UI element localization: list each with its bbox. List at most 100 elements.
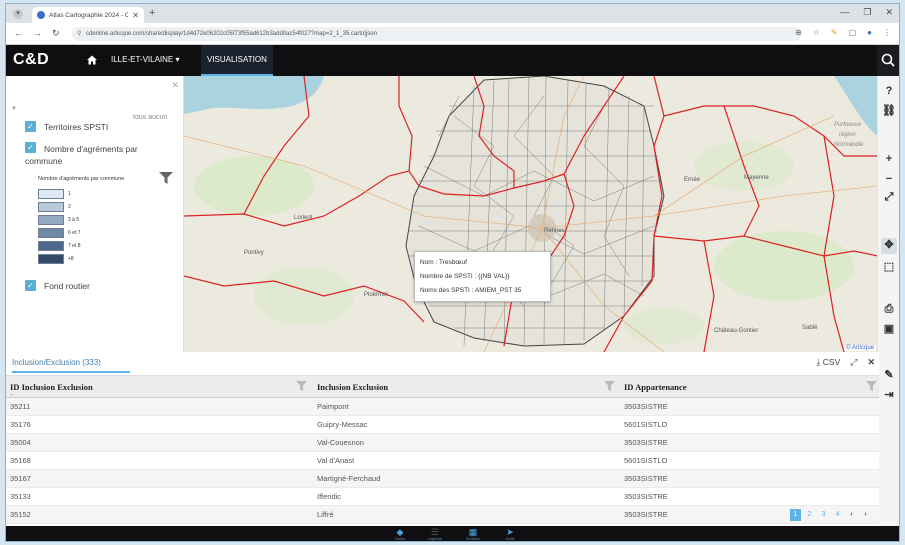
- col-header-id[interactable]: ID Inclusion Exclusion: [10, 382, 93, 392]
- close-table-icon[interactable]: ✕: [867, 357, 875, 368]
- reload-icon[interactable]: ↻: [52, 28, 60, 39]
- table-cell: Iffendic: [317, 492, 342, 501]
- profile-icon[interactable]: ●: [867, 28, 872, 37]
- minimize-icon[interactable]: —: [840, 7, 849, 18]
- link-icon[interactable]: ⛓: [882, 104, 896, 118]
- close-tab-icon[interactable]: ✕: [132, 11, 139, 20]
- search-button[interactable]: [877, 45, 899, 76]
- table-row[interactable]: 35004 Val-Couesnon 3503SISTRE: [6, 434, 879, 452]
- browser-tabbar: ▾ Atlas Cartographie 2024 - C&D ✕ + — ❐ …: [6, 4, 899, 23]
- table-cell: 35167: [10, 474, 31, 483]
- tab-list-icon[interactable]: ▾: [13, 9, 23, 19]
- bookmark-icon[interactable]: ☆: [813, 28, 820, 37]
- table-cell: 35133: [10, 492, 31, 501]
- map-tooltip: Nom : Tresbœuf Nombre de SPSTI : {{NB VA…: [414, 251, 551, 302]
- legend-class-label: +8: [68, 256, 74, 262]
- close-legend-icon[interactable]: ✕: [171, 80, 179, 91]
- image-export-icon[interactable]: ▣: [882, 322, 896, 336]
- close-window-icon[interactable]: ✕: [885, 7, 893, 18]
- legend-class-4: 7 et 8: [38, 241, 81, 251]
- table-cell: Martigné-Ferchaud: [317, 474, 381, 483]
- nav-region-menu[interactable]: ILLE-ET-VILAINE ▾: [111, 55, 179, 64]
- map-attribution[interactable]: © Articque: [844, 345, 876, 351]
- expand-icon[interactable]: ⤢: [850, 357, 857, 368]
- map-label-ernee: Ernée: [684, 177, 701, 183]
- tooltip-nb-spsti: Nombre de SPSTI : {{NB VAL}}: [420, 273, 510, 280]
- back-icon[interactable]: ←: [14, 28, 23, 39]
- filter-col-id-icon[interactable]: [296, 381, 307, 391]
- legend-subtitle: Nombre d'agréments par commune: [38, 176, 125, 182]
- sidebar-icon[interactable]: ▢: [849, 28, 857, 37]
- page-3-button[interactable]: 3: [818, 509, 829, 521]
- extension-icon[interactable]: ✎: [831, 28, 838, 37]
- table-row[interactable]: 35152 Liffré 3503SISTRE: [6, 506, 879, 524]
- legend-swatch: [38, 241, 64, 251]
- exit-icon[interactable]: ⇥: [882, 388, 896, 402]
- legend-class-2: 3 à 5: [38, 215, 79, 225]
- table-row[interactable]: 35176 Guipry-Messac 5601SISTLO: [6, 416, 879, 434]
- table-cell: 5601SISTLO: [624, 420, 668, 429]
- select-all-link[interactable]: tous: [133, 114, 146, 121]
- browser-icons: ⊕ ☆ ✎ ▢ ● ⋮: [795, 28, 891, 37]
- help-icon[interactable]: ?: [882, 84, 896, 98]
- footer-cartes-label: Cartes: [394, 537, 406, 541]
- next-page-icon[interactable]: ›: [860, 509, 871, 521]
- col-header-appartenance[interactable]: ID Appartenance: [624, 382, 687, 392]
- browser-toolbar: ← → ↻ ⚲ cdenline.articque.com/share/disp…: [6, 23, 899, 45]
- page-4-button[interactable]: 4: [832, 509, 843, 521]
- tab-title: Atlas Cartographie 2024 - C&D: [49, 11, 128, 19]
- browser-tab[interactable]: Atlas Cartographie 2024 - C&D ✕: [32, 7, 144, 23]
- maximize-icon[interactable]: ❐: [863, 7, 871, 18]
- new-tab-icon[interactable]: +: [149, 7, 155, 19]
- collapse-icon[interactable]: ▼: [11, 106, 17, 112]
- menu-icon[interactable]: ⋮: [883, 28, 891, 37]
- map-label-rennes: Rennes: [544, 228, 565, 234]
- footer-legende-button[interactable]: ☰ Légende: [426, 527, 444, 541]
- csv-export-button[interactable]: ⤓ CSV: [816, 357, 840, 368]
- table-row[interactable]: 35168 Val d'Anast 5601SISTLO: [6, 452, 879, 470]
- footer-outils-button[interactable]: ➤ Outils: [501, 527, 519, 541]
- site-info-icon[interactable]: ⚲: [77, 27, 81, 41]
- col-header-inclusion[interactable]: Inclusion Exclusion: [317, 382, 388, 392]
- nav-visualisation[interactable]: VISUALISATION: [201, 45, 273, 76]
- footer-cartes-button[interactable]: ◆ Cartes: [391, 527, 409, 541]
- footer-donnees-button[interactable]: ▦ Données: [464, 527, 482, 541]
- page-2-button[interactable]: 2: [804, 509, 815, 521]
- map-label-mayenne: Mayenne: [744, 175, 769, 181]
- legend-swatch: [38, 189, 64, 199]
- zoom-icon[interactable]: ⊕: [795, 28, 802, 37]
- footer-bar: ◆ Cartes ☰ Légende ▦ Données ➤ Outils: [6, 526, 899, 541]
- address-bar[interactable]: ⚲ cdenline.articque.com/share/display/1d…: [72, 27, 802, 41]
- tooltip-nom: Nom : Tresbœuf: [420, 259, 467, 266]
- table-row[interactable]: 35167 Martigné-Ferchaud 3503SISTRE: [6, 470, 879, 488]
- table-cell: 3503SISTRE: [624, 438, 668, 447]
- filter-col-inclusion-icon[interactable]: [604, 381, 615, 391]
- table-row[interactable]: 35211 Paimpont 3503SISTRE: [6, 398, 879, 416]
- prev-page-icon[interactable]: ‹: [846, 509, 857, 521]
- zoom-out-icon[interactable]: −: [882, 172, 896, 186]
- table-row[interactable]: 35133 Iffendic 3503SISTRE: [6, 488, 879, 506]
- checkbox-territoires[interactable]: ✓: [25, 121, 36, 132]
- edit-icon[interactable]: ✎: [882, 368, 896, 382]
- table-cell: 5601SISTLO: [624, 456, 668, 465]
- forward-icon[interactable]: →: [33, 28, 42, 39]
- table-cell: 35168: [10, 456, 31, 465]
- filter-icon[interactable]: [159, 172, 173, 184]
- logo: C&D: [13, 51, 50, 68]
- table-cell: Liffré: [317, 510, 334, 519]
- select-icon[interactable]: ⬚: [882, 260, 896, 274]
- select-none-link[interactable]: aucun: [148, 114, 167, 121]
- checkbox-fond-routier[interactable]: ✓: [25, 280, 36, 291]
- home-icon[interactable]: [86, 54, 98, 66]
- filter-col-appartenance-icon[interactable]: [866, 381, 877, 391]
- zoom-in-icon[interactable]: +: [882, 152, 896, 166]
- fullscreen-icon[interactable]: ⤢: [882, 190, 896, 204]
- table-cell: 35211: [10, 402, 31, 411]
- print-icon[interactable]: ⎙: [882, 302, 896, 316]
- map-view[interactable]: Rennes région Normandie Portneuve Ernée …: [184, 76, 878, 352]
- tab-inclusion-exclusion[interactable]: Inclusion/Exclusion (333): [12, 358, 130, 373]
- table-header: ID Inclusion Exclusion ▪▪ Inclusion Excl…: [6, 375, 879, 398]
- page-1-button[interactable]: 1: [790, 509, 801, 521]
- legend-swatch: [38, 254, 64, 264]
- pan-icon[interactable]: ✥: [881, 238, 897, 254]
